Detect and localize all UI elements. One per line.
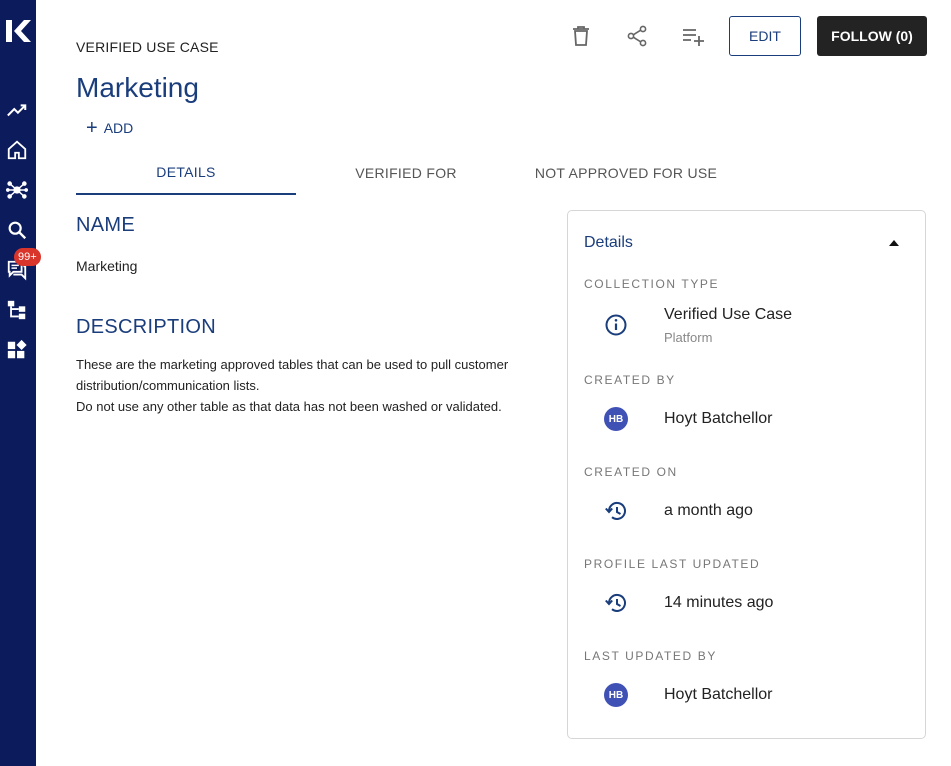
history-icon — [605, 502, 626, 520]
description-line: distribution/communication lists. — [76, 378, 260, 393]
search-icon[interactable] — [6, 219, 28, 241]
last-updated-by-value: Hoyt Batchellor — [664, 686, 773, 703]
name-value: Marketing — [76, 258, 138, 274]
description-text: These are the marketing approved tables … — [76, 354, 536, 417]
collection-type-value: Verified Use Case — [664, 306, 793, 323]
plus-icon: + — [86, 117, 98, 139]
home-icon[interactable] — [6, 139, 28, 161]
created-on-label: CREATED ON — [584, 465, 678, 479]
notification-badge: 99+ — [14, 248, 41, 266]
delete-icon[interactable] — [569, 24, 593, 48]
edit-button[interactable]: EDIT — [729, 16, 801, 56]
details-panel: Details COLLECTION TYPE Verified Use Cas… — [567, 210, 926, 739]
k-logo-icon[interactable] — [4, 18, 32, 44]
trending-icon[interactable] — [6, 99, 28, 121]
last-updated-by-label: LAST UPDATED BY — [584, 649, 717, 663]
details-panel-title[interactable]: Details — [584, 234, 633, 252]
share-icon[interactable] — [625, 24, 649, 48]
playlist-add-icon[interactable] — [681, 24, 705, 48]
widgets-icon[interactable] — [6, 339, 28, 361]
profile-last-updated-label: PROFILE LAST UPDATED — [584, 557, 761, 571]
hierarchy-icon[interactable] — [6, 299, 28, 321]
tab-not-approved-for-use[interactable]: NOT APPROVED FOR USE — [516, 150, 736, 195]
tab-details[interactable]: DETAILS — [76, 150, 296, 195]
tab-verified-for[interactable]: VERIFIED FOR — [296, 150, 516, 195]
created-by-label: CREATED BY — [584, 373, 676, 387]
collection-type-label: COLLECTION TYPE — [584, 277, 720, 291]
avatar: HB — [604, 407, 628, 431]
description-line: These are the marketing approved tables … — [76, 357, 509, 372]
history-icon — [605, 594, 626, 612]
description-line: Do not use any other table as that data … — [76, 399, 502, 414]
info-icon — [605, 314, 627, 336]
profile-last-updated-value: 14 minutes ago — [664, 594, 774, 611]
follow-button[interactable]: FOLLOW (0) — [817, 16, 927, 56]
tab-bar: DETAILS VERIFIED FOR NOT APPROVED FOR US… — [76, 150, 736, 195]
created-by-value: Hoyt Batchellor — [664, 410, 773, 427]
network-icon[interactable] — [6, 179, 28, 201]
avatar: HB — [604, 683, 628, 707]
sidebar: 99+ — [0, 0, 41, 766]
collapse-arrow-icon[interactable] — [889, 240, 899, 246]
page-title: Marketing — [76, 72, 199, 103]
collection-type-sub: Platform — [664, 330, 713, 345]
description-heading: DESCRIPTION — [76, 316, 216, 338]
page-eyebrow: VERIFIED USE CASE — [76, 39, 219, 55]
add-button[interactable]: + ADD — [86, 118, 133, 138]
add-button-label: ADD — [103, 120, 134, 136]
created-on-value: a month ago — [664, 502, 753, 519]
name-heading: NAME — [76, 214, 135, 236]
